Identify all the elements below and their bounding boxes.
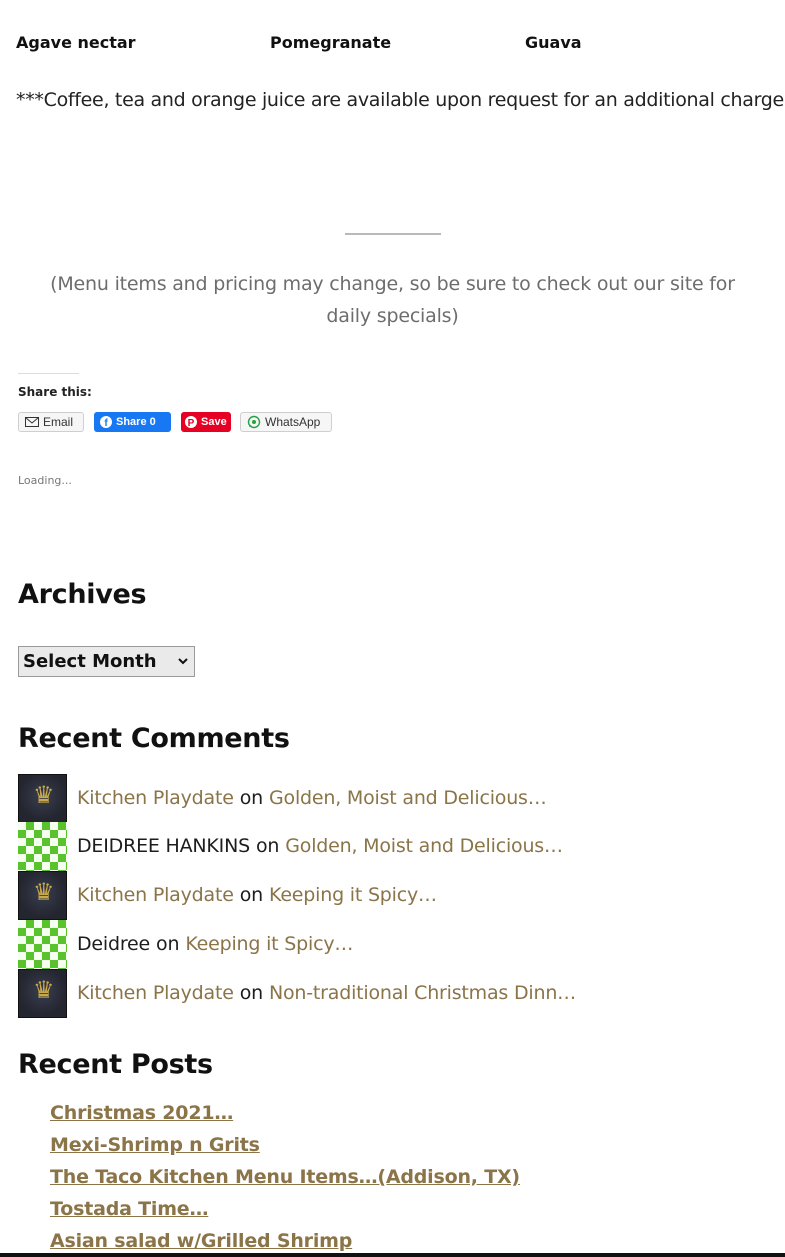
- beverage-note: ***Coffee, tea and orange juice are avai…: [16, 89, 784, 111]
- avatar[interactable]: [18, 870, 67, 920]
- avatar: [18, 919, 67, 969]
- comment-author: DEIDREE HANKINS: [77, 835, 250, 857]
- comment-on-text: on: [156, 933, 180, 955]
- flavor-guava: Guava: [525, 33, 582, 52]
- archives-select-value: Select Month: [23, 651, 157, 672]
- avatar[interactable]: [18, 773, 67, 823]
- facebook-icon: f: [100, 416, 112, 428]
- comment-item: Deidree on Keeping it Spicy…: [18, 919, 353, 969]
- pinterest-save-label: Save: [201, 416, 227, 428]
- whatsapp-share-label: WhatsApp: [265, 415, 321, 429]
- envelope-icon: [25, 417, 39, 427]
- bottom-bar: [0, 1253, 785, 1257]
- comment-post-link[interactable]: Non-traditional Christmas Dinn…: [269, 982, 576, 1004]
- whatsapp-share-button[interactable]: WhatsApp: [240, 412, 332, 432]
- share-title: Share this:: [18, 385, 92, 399]
- comment-author-link[interactable]: Kitchen Playdate: [77, 982, 234, 1004]
- whatsapp-icon: [247, 415, 261, 429]
- comment-author-link[interactable]: Kitchen Playdate: [77, 884, 234, 906]
- flavor-agave: Agave nectar: [16, 33, 136, 52]
- facebook-share-label: Share 0: [116, 416, 156, 428]
- pinterest-icon: P: [185, 416, 197, 428]
- share-divider: [18, 373, 79, 374]
- comment-author: Deidree: [77, 933, 151, 955]
- comment-on-text: on: [239, 982, 263, 1004]
- comment-item: Kitchen Playdate on Non-traditional Chri…: [18, 968, 576, 1018]
- archives-heading: Archives: [18, 579, 147, 610]
- pinterest-save-button[interactable]: P Save: [181, 412, 231, 432]
- recent-comments-heading: Recent Comments: [18, 723, 290, 754]
- comment-on-text: on: [255, 835, 280, 857]
- avatar: [18, 821, 67, 871]
- comment-post-link[interactable]: Keeping it Spicy…: [185, 933, 353, 955]
- chevron-down-icon: [178, 658, 188, 665]
- comment-post-link[interactable]: Golden, Moist and Delicious…: [285, 835, 563, 857]
- archives-month-select[interactable]: Select Month: [18, 646, 195, 677]
- share-email-button[interactable]: Email: [18, 412, 84, 432]
- loading-text: Loading...: [18, 474, 72, 487]
- comment-item: DEIDREE HANKINS on Golden, Moist and Del…: [18, 821, 563, 871]
- recent-posts-heading: Recent Posts: [18, 1049, 213, 1080]
- comment-item: Kitchen Playdate on Keeping it Spicy…: [18, 870, 437, 920]
- facebook-share-button[interactable]: f Share 0: [94, 412, 171, 432]
- comment-on-text: on: [239, 884, 263, 906]
- recent-post-link[interactable]: Tostada Time…: [50, 1198, 209, 1220]
- share-email-label: Email: [43, 415, 74, 429]
- comment-post-link[interactable]: Golden, Moist and Delicious…: [269, 787, 547, 809]
- svg-text:P: P: [188, 418, 195, 428]
- comment-on-text: on: [239, 787, 263, 809]
- comment-item: Kitchen Playdate on Golden, Moist and De…: [18, 773, 547, 823]
- recent-post-link[interactable]: Asian salad w/Grilled Shrimp: [50, 1230, 352, 1252]
- comment-author-link[interactable]: Kitchen Playdate: [77, 787, 234, 809]
- pricing-note: (Menu items and pricing may change, so b…: [50, 273, 735, 327]
- avatar[interactable]: [18, 968, 67, 1018]
- comment-post-link[interactable]: Keeping it Spicy…: [269, 884, 437, 906]
- divider: [345, 233, 441, 235]
- recent-post-link[interactable]: Christmas 2021…: [50, 1102, 233, 1124]
- recent-post-link[interactable]: The Taco Kitchen Menu Items…(Addison, TX…: [50, 1166, 520, 1188]
- recent-post-link[interactable]: Mexi-Shrimp n Grits: [50, 1134, 260, 1156]
- flavor-pomegranate: Pomegranate: [270, 33, 392, 52]
